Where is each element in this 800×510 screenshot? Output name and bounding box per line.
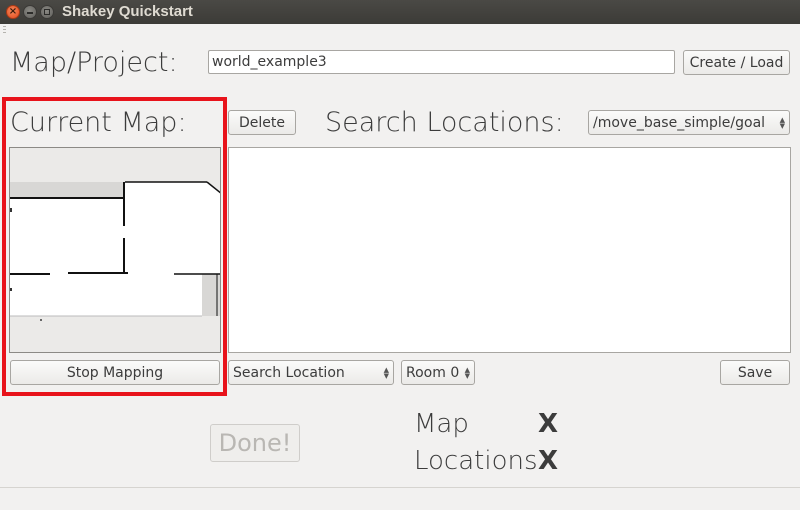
topic-select[interactable]: /move_base_simple/goal ▲ ▼ bbox=[588, 110, 790, 135]
map-project-label: Map/Project: bbox=[10, 47, 178, 78]
locations-status-indicator: X bbox=[538, 446, 559, 476]
divider bbox=[0, 487, 800, 488]
save-button[interactable]: Save bbox=[720, 360, 790, 385]
locations-status-label: Locations bbox=[414, 446, 538, 476]
project-name-input[interactable] bbox=[208, 50, 675, 74]
room-select-value: Room 0 bbox=[406, 364, 460, 381]
locations-list[interactable] bbox=[228, 147, 791, 353]
map-status-indicator: X bbox=[538, 409, 559, 439]
grip-handle-icon bbox=[3, 26, 6, 34]
window-title: Shakey Quickstart bbox=[62, 3, 193, 20]
room-select[interactable]: Room 0 ▲ ▼ bbox=[401, 360, 475, 385]
done-button[interactable]: Done! bbox=[210, 424, 300, 462]
current-map-label: Current Map: bbox=[10, 107, 187, 138]
close-window-icon[interactable]: × bbox=[6, 5, 20, 19]
chevron-updown-icon: ▲ ▼ bbox=[464, 365, 470, 380]
minimize-window-icon[interactable] bbox=[23, 5, 37, 19]
chevron-updown-icon: ▲ ▼ bbox=[383, 365, 389, 380]
search-location-select[interactable]: Search Location ▲ ▼ bbox=[228, 360, 394, 385]
search-location-select-value: Search Location bbox=[233, 364, 345, 381]
occupancy-map-image bbox=[10, 148, 220, 352]
maximize-window-icon[interactable] bbox=[40, 5, 54, 19]
chevron-updown-icon: ▲ ▼ bbox=[779, 115, 785, 130]
topic-select-value: /move_base_simple/goal bbox=[593, 114, 766, 131]
title-bar: × Shakey Quickstart bbox=[0, 0, 800, 24]
search-locations-label: Search Locations: bbox=[325, 107, 564, 138]
stop-mapping-button[interactable]: Stop Mapping bbox=[10, 360, 220, 385]
delete-button[interactable]: Delete bbox=[228, 110, 296, 135]
map-view[interactable] bbox=[9, 147, 221, 353]
create-load-button[interactable]: Create / Load bbox=[683, 50, 790, 75]
map-status-label: Map bbox=[414, 409, 469, 439]
